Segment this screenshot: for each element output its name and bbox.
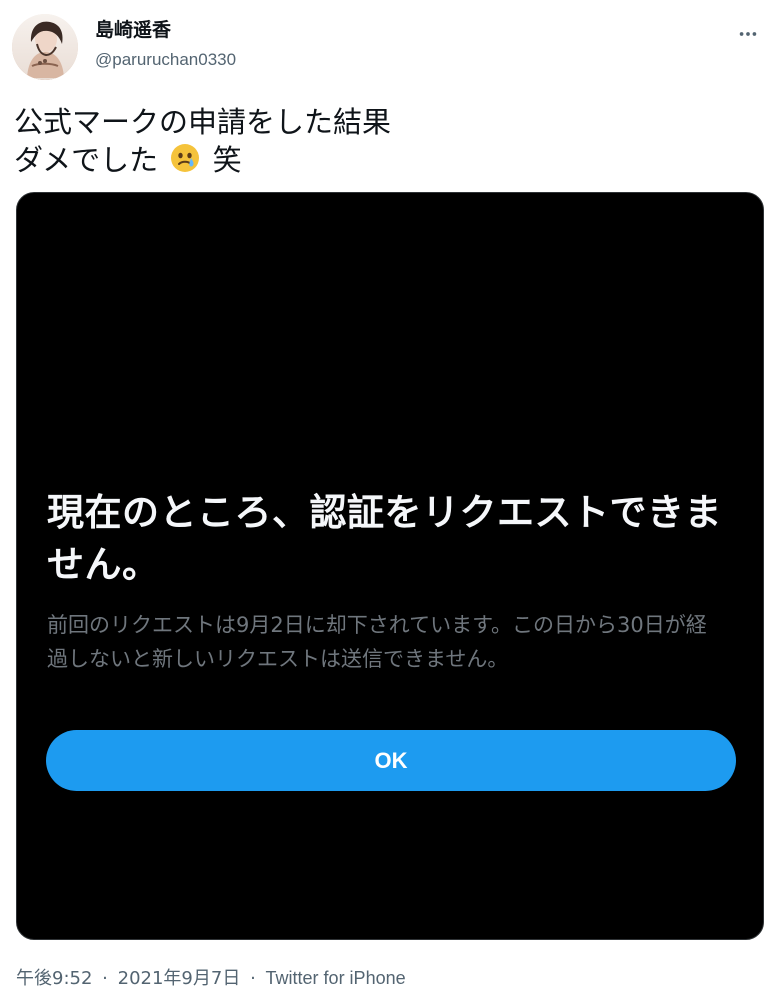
tweet-date[interactable]: 2021年9月7日 <box>118 968 241 989</box>
more-options-button[interactable] <box>734 20 762 48</box>
dialog-title: 現在のところ、認証をリクエストできません。 <box>47 491 722 586</box>
username[interactable]: @paruruchan0330 <box>95 49 236 71</box>
meta-separator: · <box>102 968 108 989</box>
tweet-time[interactable]: 午後9:52 <box>16 968 92 989</box>
crying-face-icon <box>169 142 201 183</box>
tweet-line-2-before-emoji: ダメでした <box>14 143 159 177</box>
crying-face-svg <box>171 143 200 172</box>
tweet-text: 公式マークの申請をした結果 ダメでした 笑 <box>14 103 744 183</box>
tweet-source-link[interactable]: Twitter for iPhone <box>266 968 406 988</box>
tweet-metadata: 午後9:52 · 2021年9月7日 · Twitter for iPhone <box>16 966 406 991</box>
avatar[interactable] <box>12 14 78 80</box>
tweet-line-2: ダメでした 笑 <box>14 141 744 183</box>
tweet-header: 島崎遥香 @paruruchan0330 <box>0 0 774 92</box>
more-horizontal-icon <box>739 32 757 36</box>
dialog-body: 前回のリクエストは9月2日に却下されています。この日から30日が経過しないと新し… <box>47 613 707 671</box>
display-name[interactable]: 島崎遥香 <box>95 18 171 42</box>
tweet-media-screenshot[interactable]: 現在のところ、認証をリクエストできません。 前回のリクエストは9月2日に却下され… <box>16 192 764 940</box>
tweet-line-1: 公式マークの申請をした結果 <box>14 105 392 139</box>
avatar-image-icon <box>12 14 78 80</box>
ok-button[interactable]: OK <box>46 730 736 791</box>
tweet-line-2-after-emoji: 笑 <box>212 143 242 177</box>
meta-separator: · <box>250 968 256 989</box>
